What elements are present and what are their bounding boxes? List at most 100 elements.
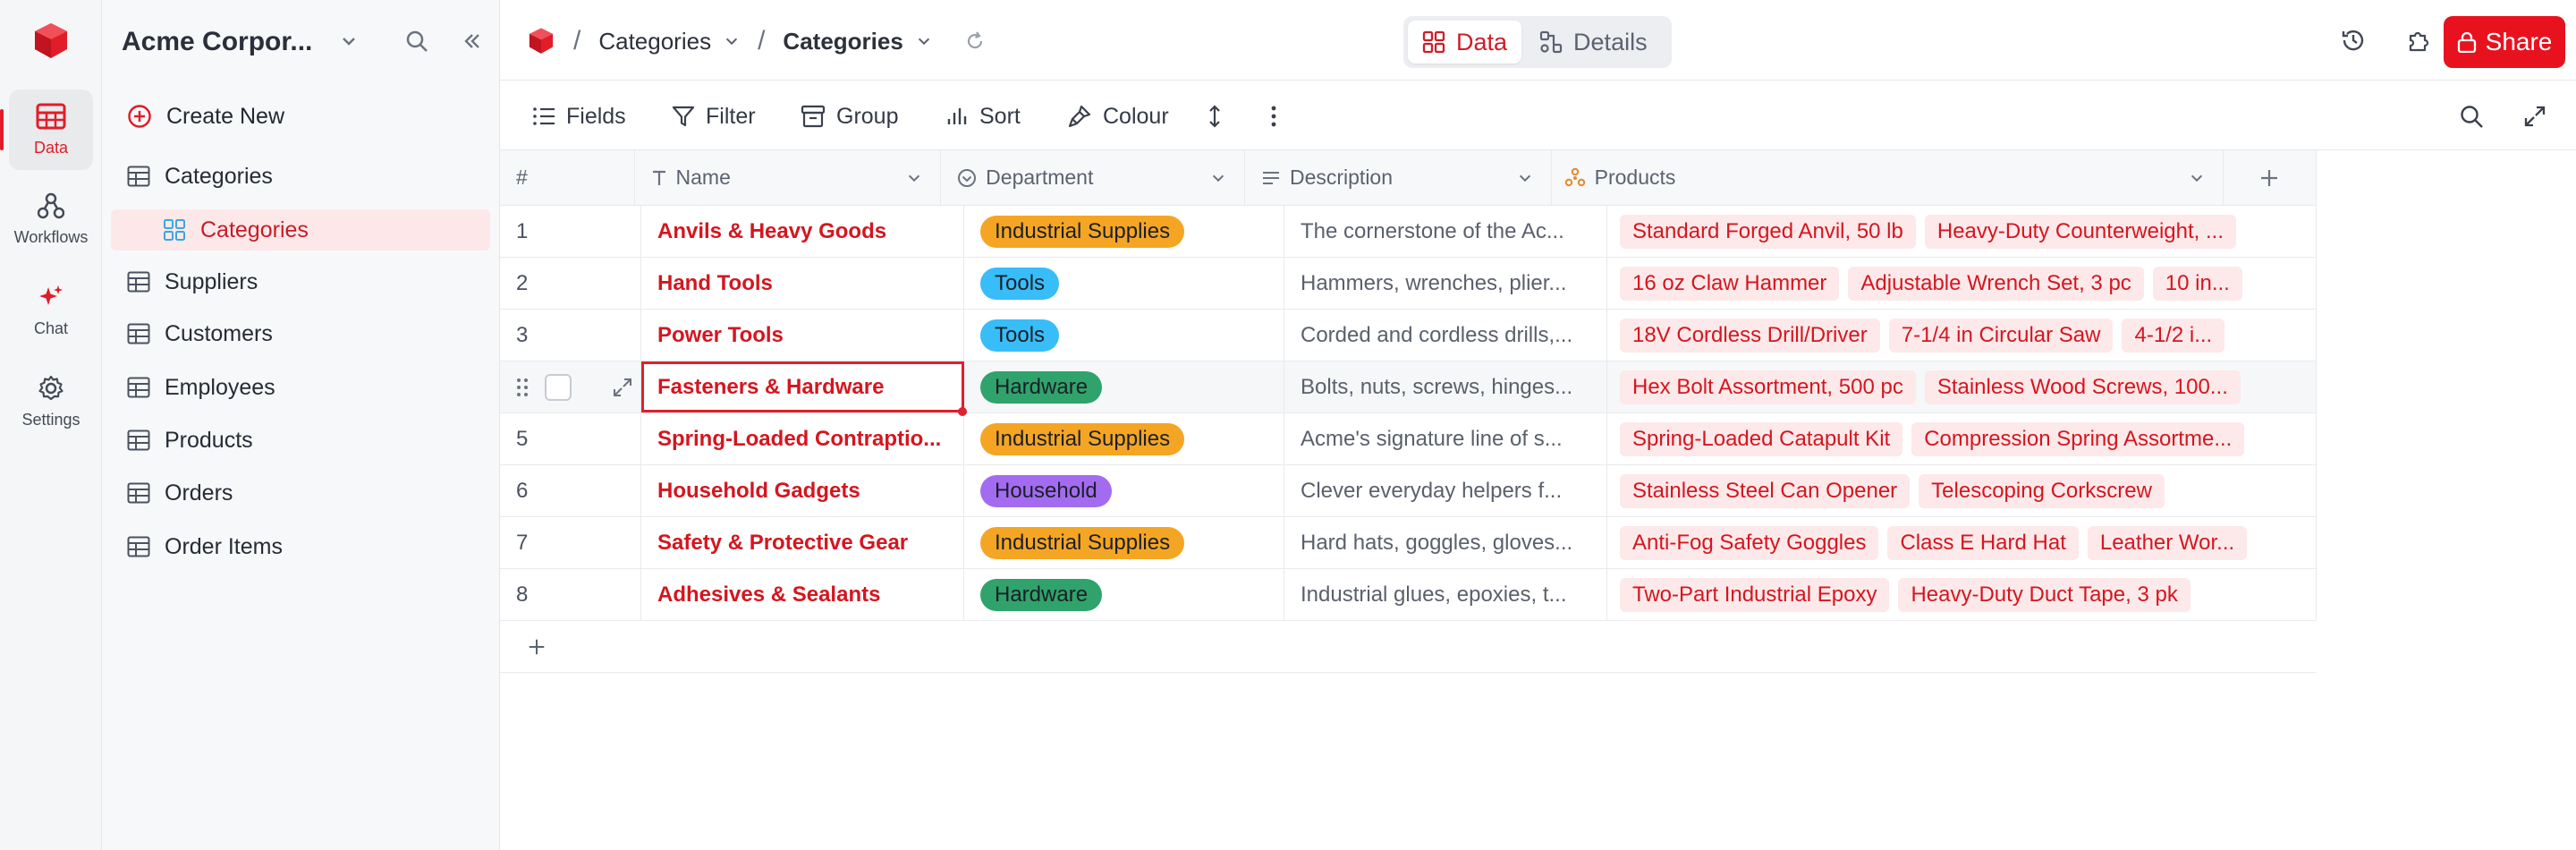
name-cell[interactable]: Spring-Loaded Contraptio... (641, 413, 964, 464)
sidebar-item-categories[interactable]: Categories (107, 156, 490, 197)
header-name[interactable]: Name (635, 150, 942, 205)
workspace-name[interactable]: Acme Corpor... (122, 27, 312, 57)
name-cell[interactable]: Adhesives & Sealants (641, 569, 964, 620)
table-row[interactable]: 3 Power Tools Tools Corded and cordless dri… (500, 310, 2317, 361)
product-chip[interactable]: Heavy-Duty Duct Tape, 3 pk (1898, 577, 2190, 612)
department-cell[interactable]: Industrial Supplies (964, 517, 1284, 568)
department-cell[interactable]: Hardware (964, 569, 1284, 620)
description-cell[interactable]: Industrial glues, epoxies, t... (1284, 569, 1607, 620)
row-number-cell[interactable]: 5 (500, 413, 641, 464)
department-cell[interactable]: Tools (964, 310, 1284, 361)
name-cell[interactable]: Anvils & Heavy Goods (641, 206, 964, 257)
department-cell[interactable]: Hardware (964, 361, 1284, 412)
colour-button[interactable]: Colour (1067, 100, 1169, 132)
name-cell[interactable]: Household Gadgets (641, 465, 964, 516)
row-number-cell[interactable]: 3 (500, 310, 641, 361)
search-icon[interactable] (2459, 100, 2484, 132)
product-chip[interactable]: Anti-Fog Safety Goggles (1620, 525, 1879, 560)
chevron-down-icon[interactable] (336, 29, 361, 54)
search-icon[interactable] (404, 29, 429, 54)
product-chip[interactable]: Adjustable Wrench Set, 3 pc (1848, 266, 2144, 301)
table-row[interactable]: 6 Household Gadgets Household Clever everyd… (500, 465, 2317, 517)
name-cell[interactable]: Fasteners & Hardware (641, 361, 967, 416)
add-field-button[interactable] (2224, 150, 2317, 205)
add-row-button[interactable] (500, 621, 2317, 673)
product-chip[interactable]: Leather Wor... (2087, 525, 2248, 560)
expand-row-icon[interactable] (613, 378, 632, 397)
row-number-cell[interactable]: 2 (500, 258, 641, 309)
product-chip[interactable]: 4-1/2 i... (2122, 318, 2225, 353)
product-chip[interactable]: Telescoping Corkscrew (1919, 473, 2165, 508)
products-cell[interactable]: Spring-Loaded Catapult Kit Compression Sp… (1607, 413, 2317, 464)
name-cell[interactable]: Safety & Protective Gear (641, 517, 964, 568)
header-products[interactable]: Products (1552, 150, 2224, 205)
row-height-button[interactable] (1208, 100, 1222, 132)
department-cell[interactable]: Tools (964, 258, 1284, 309)
sidebar-item-products[interactable]: Products (107, 420, 490, 461)
row-number-cell[interactable]: 6 (500, 465, 641, 516)
drag-handle-icon[interactable] (516, 376, 529, 399)
product-chip[interactable]: Stainless Wood Screws, 100... (1924, 370, 2241, 404)
products-cell[interactable]: Hex Bolt Assortment, 500 pc Stainless Woo… (1607, 361, 2317, 412)
rail-item-settings[interactable]: Settings (9, 361, 93, 442)
fill-handle[interactable] (958, 407, 967, 416)
products-cell[interactable]: 16 oz Claw Hammer Adjustable Wrench Set, … (1607, 258, 2317, 309)
rail-item-chat[interactable]: Chat (9, 270, 93, 351)
header-description[interactable]: Description (1245, 150, 1552, 205)
history-icon[interactable] (2338, 25, 2368, 55)
description-cell[interactable]: The cornerstone of the Ac... (1284, 206, 1607, 257)
row-number-cell[interactable]: 7 (500, 517, 641, 568)
product-chip[interactable]: Class E Hard Hat (1887, 525, 2079, 560)
sidebar-item-order-items[interactable]: Order Items (107, 526, 490, 567)
product-chip[interactable]: Spring-Loaded Catapult Kit (1620, 421, 1903, 456)
rail-item-data[interactable]: Data (0, 89, 93, 170)
sidebar-item-customers[interactable]: Customers (107, 313, 490, 354)
description-cell[interactable]: Hard hats, goggles, gloves... (1284, 517, 1607, 568)
puzzle-icon[interactable] (2403, 25, 2434, 55)
product-chip[interactable]: 16 oz Claw Hammer (1620, 266, 1840, 301)
department-cell[interactable]: Industrial Supplies (964, 413, 1284, 464)
app-logo[interactable] (32, 21, 70, 61)
tab-data[interactable]: Data (1408, 21, 1522, 64)
product-chip[interactable]: Two-Part Industrial Epoxy (1620, 577, 1890, 612)
table-row[interactable]: Fasteners & Hardware Hardware Bolts, nuts,… (500, 361, 2317, 416)
table-row[interactable]: 7 Safety & Protective Gear Industrial Supp… (500, 517, 2317, 569)
row-number-cell[interactable]: 8 (500, 569, 641, 620)
breadcrumb-current[interactable]: Categories (783, 28, 902, 55)
refresh-icon[interactable] (964, 30, 986, 52)
products-cell[interactable]: Two-Part Industrial Epoxy Heavy-Duty Duct… (1607, 569, 2317, 620)
chevron-down-icon[interactable] (916, 33, 932, 49)
more-options-button[interactable] (1269, 100, 1278, 132)
product-chip[interactable]: Heavy-Duty Counterweight, ... (1924, 214, 2236, 249)
products-cell[interactable]: Stainless Steel Can Opener Telescoping Co… (1607, 465, 2317, 516)
products-cell[interactable]: Anti-Fog Safety Goggles Class E Hard Hat L… (1607, 517, 2317, 568)
row-number-cell[interactable]: 1 (500, 206, 641, 257)
products-cell[interactable]: 18V Cordless Drill/Driver 7-1/4 in Circul… (1607, 310, 2317, 361)
sidebar-item-orders[interactable]: Orders (107, 472, 490, 514)
breadcrumb-item[interactable]: Categories (598, 28, 711, 55)
product-chip[interactable]: 10 in... (2152, 266, 2242, 301)
table-row[interactable]: 2 Hand Tools Tools Hammers, wrenches, plier… (500, 258, 2317, 310)
sort-button[interactable]: Sort (945, 100, 1021, 132)
name-cell[interactable]: Power Tools (641, 310, 964, 361)
chevron-down-icon[interactable] (906, 170, 922, 186)
product-chip[interactable]: 7-1/4 in Circular Saw (1888, 318, 2114, 353)
description-cell[interactable]: Clever everyday helpers f... (1284, 465, 1607, 516)
create-new-button[interactable]: Create New (127, 98, 284, 134)
table-row[interactable]: 1 Anvils & Heavy Goods Industrial Supplies… (500, 206, 2317, 258)
rail-item-workflows[interactable]: Workflows (9, 179, 93, 259)
product-chip[interactable]: Hex Bolt Assortment, 500 pc (1620, 370, 1916, 404)
sidebar-item-suppliers[interactable]: Suppliers (107, 261, 490, 302)
product-chip[interactable]: 18V Cordless Drill/Driver (1620, 318, 1880, 353)
chevron-down-icon[interactable] (1517, 170, 1533, 186)
chevron-down-icon[interactable] (2189, 170, 2205, 186)
product-chip[interactable]: Standard Forged Anvil, 50 lb (1620, 214, 1916, 249)
table-row[interactable]: 5 Spring-Loaded Contraptio... Industrial S… (500, 413, 2317, 465)
chevron-down-icon[interactable] (1210, 170, 1226, 186)
description-cell[interactable]: Hammers, wrenches, plier... (1284, 258, 1607, 309)
product-chip[interactable]: Compression Spring Assortme... (1911, 421, 2245, 456)
department-cell[interactable]: Industrial Supplies (964, 206, 1284, 257)
share-button[interactable]: Share (2444, 16, 2565, 68)
filter-button[interactable]: Filter (672, 100, 756, 132)
expand-icon[interactable] (2523, 100, 2546, 132)
